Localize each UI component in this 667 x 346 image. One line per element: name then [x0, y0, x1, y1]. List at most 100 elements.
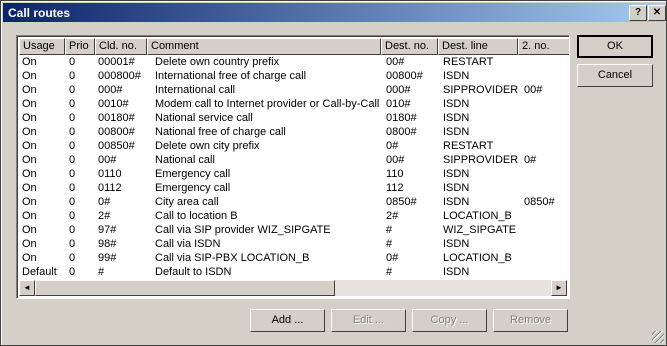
column-header-second-number[interactable]: 2. no. — [518, 38, 569, 55]
column-header-prio[interactable]: Prio — [65, 38, 95, 55]
cell-usage: Default — [22, 266, 57, 278]
table-row[interactable]: On 0 000# International call 000# SIPPROVIDER… — [19, 83, 567, 97]
cell-prio: 0 — [69, 98, 76, 110]
table-row[interactable]: On 0 00850# Delete own city prefix 0# RESTART — [19, 139, 567, 153]
resize-grip-icon[interactable] — [652, 331, 664, 343]
cell-called-number: 0112 — [98, 182, 122, 194]
scroll-left-icon[interactable]: ◄ — [19, 280, 35, 296]
cell-usage: On — [22, 210, 37, 222]
cell-prio: 0 — [69, 224, 76, 236]
table-row[interactable]: On 0 000800# International free of charge c… — [19, 69, 567, 83]
cell-dest-number: # — [386, 238, 393, 250]
table-row[interactable]: On 0 0010# Modem call to Internet provider … — [19, 97, 567, 111]
cell-second-number: 0850# — [524, 196, 555, 208]
column-header-called-number[interactable]: Cld. no. — [95, 38, 147, 55]
cell-comment: Emergency call — [155, 168, 231, 180]
scroll-thumb[interactable] — [35, 280, 335, 296]
cell-dest-number: 0180# — [386, 112, 417, 124]
cell-dest-number: 0# — [386, 140, 399, 152]
table-row[interactable]: On 0 98# Call via ISDN # ISDN — [19, 237, 567, 251]
close-button[interactable]: ✕ — [648, 5, 666, 21]
cell-usage: On — [22, 252, 37, 264]
table-row[interactable]: On 0 0# City area call 0850# ISDN 0850# — [19, 195, 567, 209]
cell-prio: 0 — [69, 154, 76, 166]
help-button[interactable]: ? — [629, 5, 647, 21]
cell-comment: Default to ISDN — [155, 266, 232, 278]
cell-comment: Modem call to Internet provider or Call-… — [155, 98, 380, 110]
cell-usage: On — [22, 98, 37, 110]
table-row[interactable]: On 0 97# Call via SIP provider WIZ_SIPGATE #… — [19, 223, 567, 237]
cell-usage: On — [22, 182, 37, 194]
title-bar: Call routes ? ✕ — [3, 3, 666, 22]
cell-comment: Call via ISDN — [155, 238, 221, 250]
cell-comment: Delete own city prefix — [155, 140, 260, 152]
cell-prio: 0 — [69, 210, 76, 222]
cell-prio: 0 — [69, 168, 76, 180]
cell-called-number: 0010# — [98, 98, 129, 110]
table-row[interactable]: On 0 2# Call to location B 2# LOCATION_B — [19, 209, 567, 223]
edit-button[interactable]: Edit ... — [331, 309, 406, 332]
routes-list[interactable]: Usage Prio Cld. no. Comment Dest. no. De… — [16, 35, 570, 299]
cell-called-number: # — [98, 266, 105, 278]
cell-usage: On — [22, 154, 37, 166]
table-row[interactable]: On 0 99# Call via SIP-PBX LOCATION_B 0# LOCAT… — [19, 251, 567, 265]
horizontal-scrollbar[interactable]: ◄ ► — [19, 280, 567, 296]
cell-dest-number: # — [386, 224, 393, 236]
cell-usage: On — [22, 56, 37, 68]
scroll-right-icon[interactable]: ► — [551, 280, 567, 296]
cell-dest-line: ISDN — [443, 182, 470, 194]
cell-called-number: 0110 — [98, 168, 122, 180]
cell-prio: 0 — [69, 56, 76, 68]
ok-button[interactable]: OK — [577, 35, 653, 58]
cell-called-number: 00# — [98, 154, 117, 166]
column-header-dest-line[interactable]: Dest. line — [438, 38, 518, 55]
cell-comment: International free of charge call — [155, 70, 307, 82]
cell-prio: 0 — [69, 266, 76, 278]
cell-comment: International call — [155, 84, 236, 96]
cancel-button[interactable]: Cancel — [577, 64, 653, 87]
cell-dest-line: LOCATION_B — [443, 252, 512, 264]
column-header-usage[interactable]: Usage — [19, 38, 65, 55]
cell-comment: City area call — [155, 196, 219, 208]
table-row[interactable]: On 0 00001# Delete own country prefix 00# RES… — [19, 55, 567, 69]
cell-comment: Call to location B — [155, 210, 238, 222]
add-button[interactable]: Add ... — [250, 309, 325, 332]
column-header-dest-number[interactable]: Dest. no. — [381, 38, 438, 55]
cell-called-number: 00850# — [98, 140, 135, 152]
cell-dest-number: 00# — [386, 56, 405, 68]
table-row[interactable]: On 0 0112 Emergency call 112 ISDN — [19, 181, 567, 195]
cell-dest-line: ISDN — [443, 98, 470, 110]
cell-usage: On — [22, 112, 37, 124]
table-row[interactable]: On 0 00# National call 00# SIPPROVIDER 0# — [19, 153, 567, 167]
cell-called-number: 00180# — [98, 112, 135, 124]
cell-prio: 0 — [69, 126, 76, 138]
cell-dest-line: ISDN — [443, 168, 470, 180]
cell-second-number: 0# — [524, 154, 537, 166]
table-row[interactable]: Default 0 # Default to ISDN # ISDN — [19, 265, 567, 279]
cell-called-number: 00001# — [98, 56, 135, 68]
table-row[interactable]: On 0 00180# National service call 0180# ISDN — [19, 111, 567, 125]
cell-called-number: 00800# — [98, 126, 135, 138]
table-row[interactable]: On 0 00800# National free of charge call 080… — [19, 125, 567, 139]
column-header-comment[interactable]: Comment — [147, 38, 381, 55]
cell-dest-number: 010# — [386, 98, 411, 110]
cell-dest-number: 112 — [386, 182, 404, 194]
copy-button[interactable]: Copy ... — [412, 309, 487, 332]
cell-dest-number: 000# — [386, 84, 411, 96]
cell-dest-number: # — [386, 266, 393, 278]
cell-dest-number: 00# — [386, 154, 405, 166]
cell-usage: On — [22, 84, 37, 96]
cell-comment: Call via SIP provider WIZ_SIPGATE — [155, 224, 331, 236]
remove-button[interactable]: Remove — [493, 309, 568, 332]
cell-usage: On — [22, 224, 37, 236]
cell-usage: On — [22, 196, 37, 208]
cell-comment: Call via SIP-PBX LOCATION_B — [155, 252, 310, 264]
cell-dest-number: 2# — [386, 210, 399, 222]
table-row[interactable]: On 0 0110 Emergency call 110 ISDN — [19, 167, 567, 181]
cell-dest-line: ISDN — [443, 126, 470, 138]
cell-called-number: 0# — [98, 196, 111, 208]
cell-dest-line: ISDN — [443, 238, 470, 250]
cell-called-number: 000800# — [98, 70, 141, 82]
cell-called-number: 000# — [98, 84, 123, 96]
cell-prio: 0 — [69, 140, 76, 152]
